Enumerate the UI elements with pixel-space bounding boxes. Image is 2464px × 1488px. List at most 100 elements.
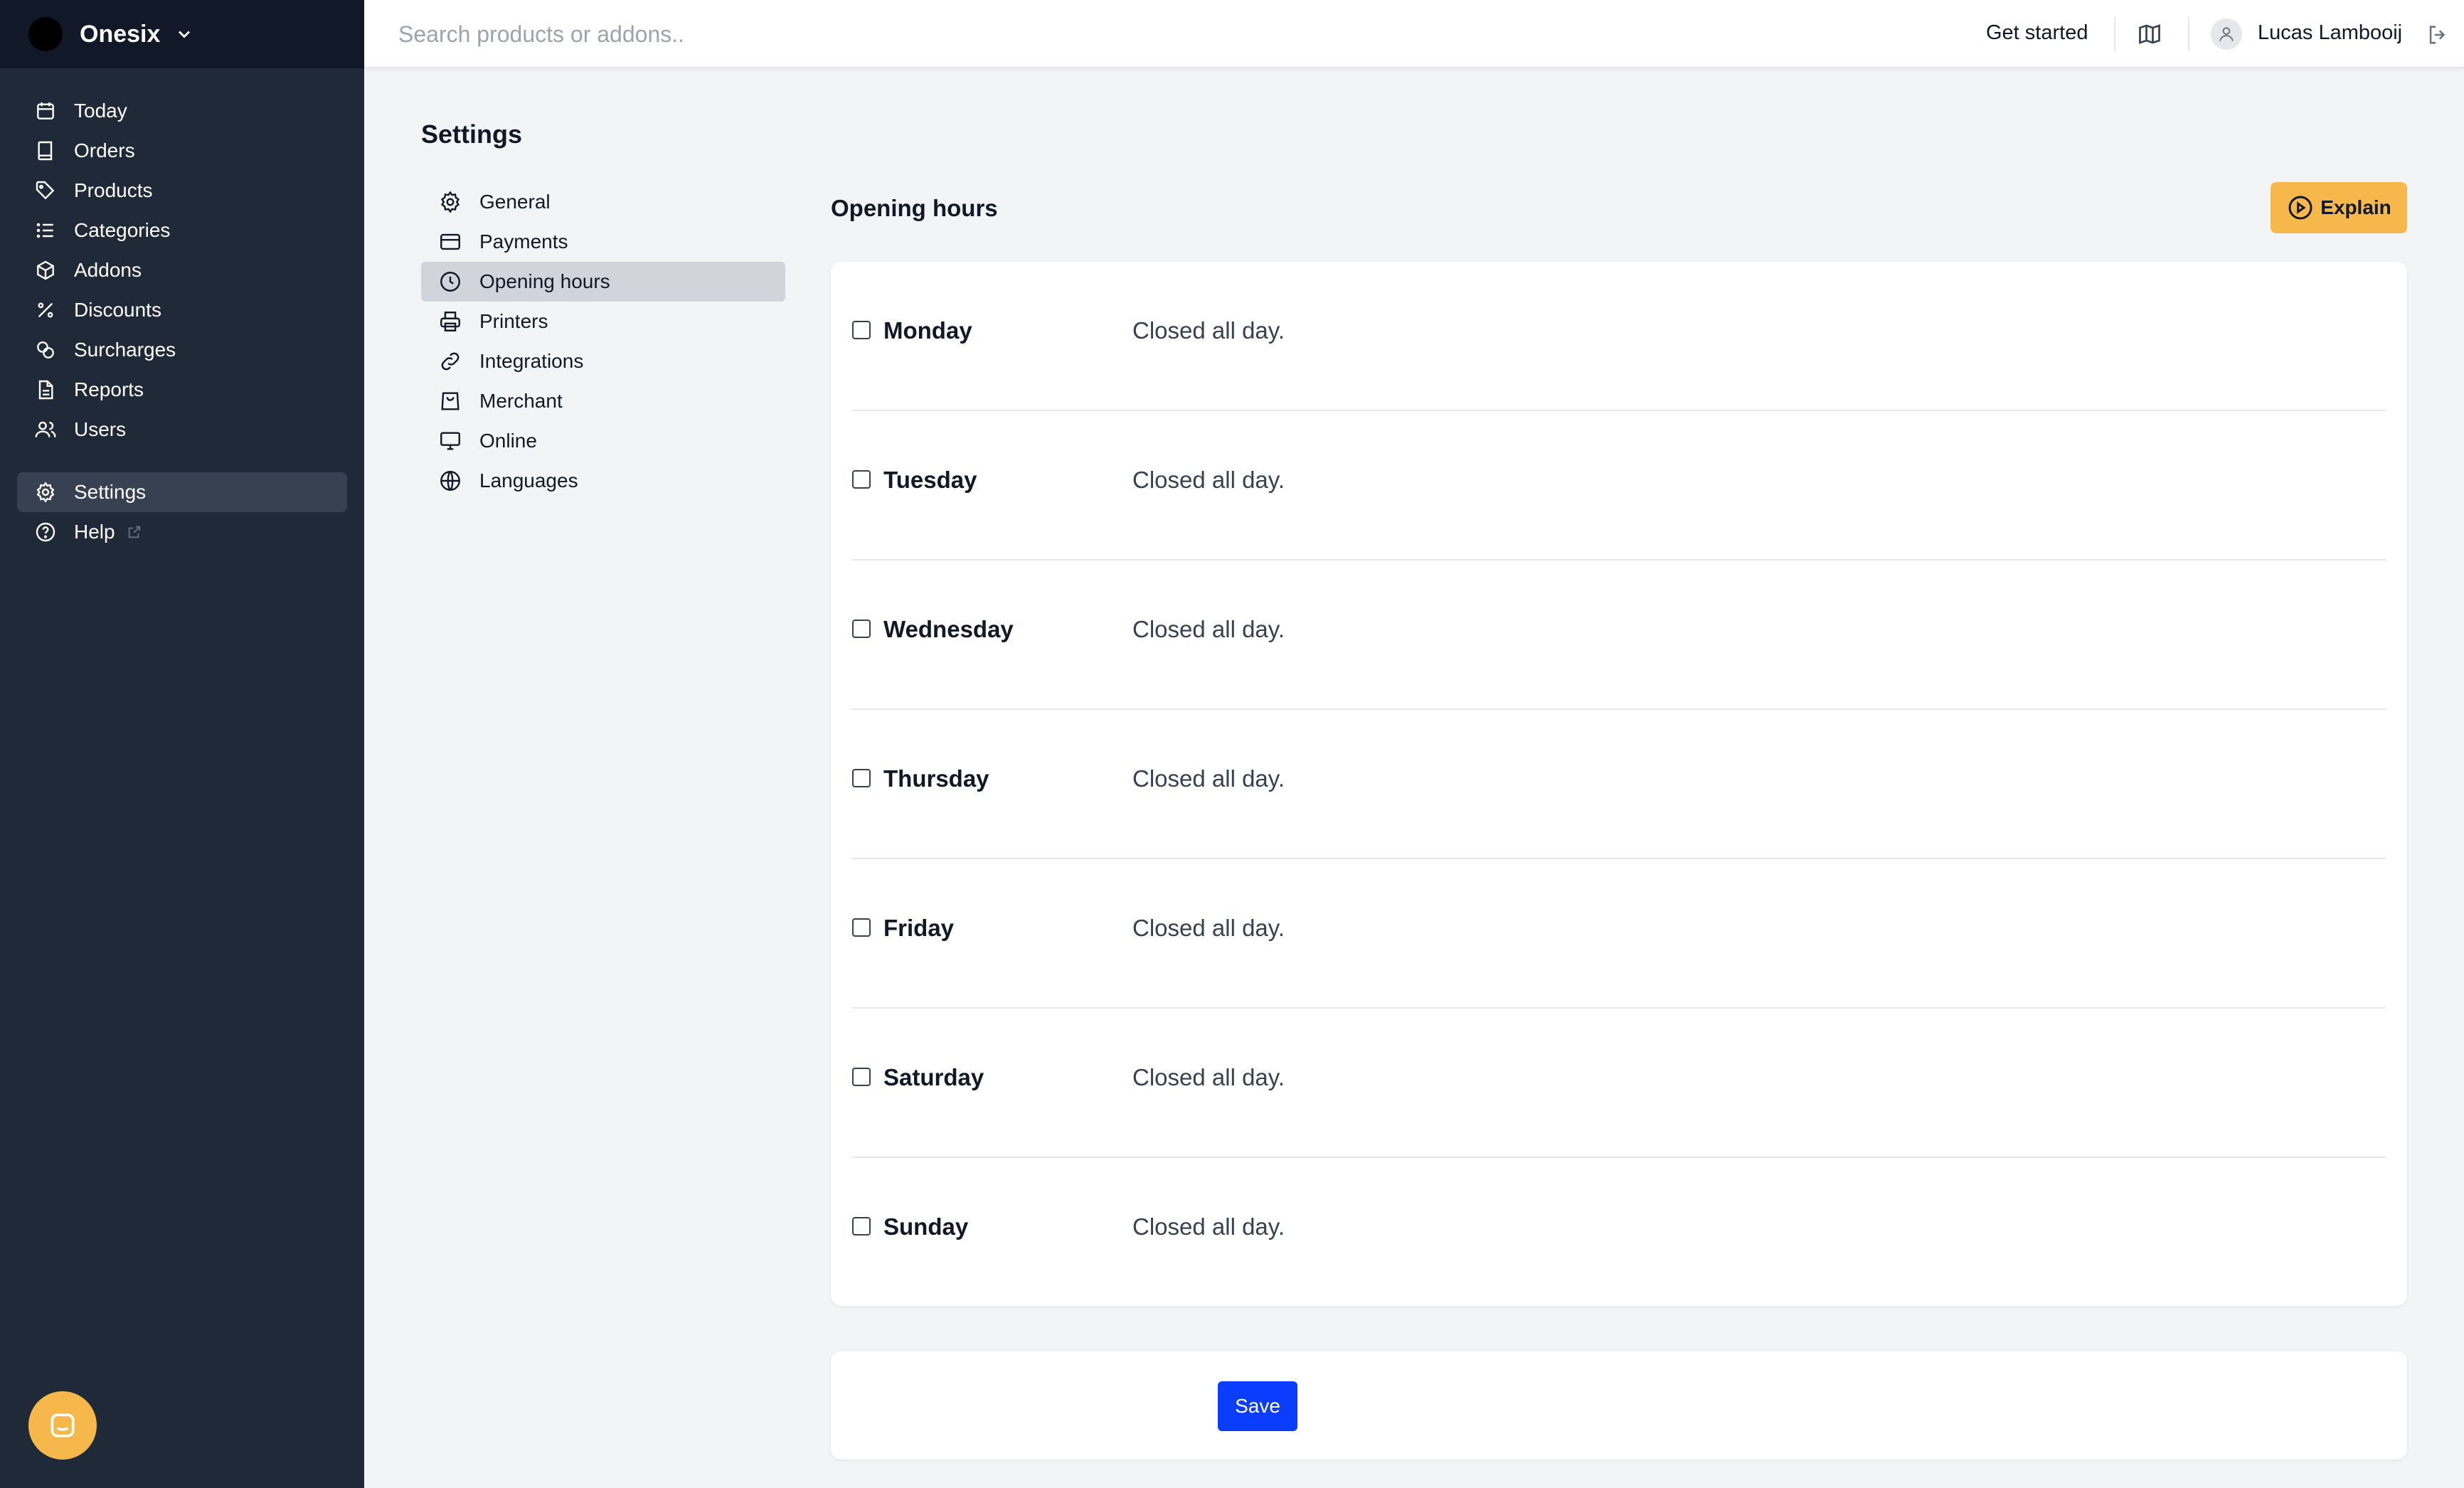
day-checkbox[interactable] (852, 620, 871, 638)
sidebar-item-categories[interactable]: Categories (17, 211, 347, 250)
brand-logo (28, 17, 63, 51)
sidebar-item-help[interactable]: Help (17, 512, 347, 552)
sidebar-item-label: Settings (74, 481, 147, 503)
chevron-down-icon (179, 31, 191, 38)
sidebar-item-products[interactable]: Products (17, 171, 347, 211)
chat-icon (51, 1413, 75, 1437)
day-status: Closed all day. (1132, 467, 1285, 493)
divider (2188, 17, 2189, 51)
page-title: Settings (421, 119, 523, 149)
sidebar-item-today[interactable]: Today (17, 91, 347, 131)
percent-icon (38, 302, 53, 318)
settings-nav-payments[interactable]: Payments (421, 222, 785, 262)
avatar[interactable] (2211, 18, 2242, 50)
gear-icon (440, 191, 460, 213)
external-link-icon (128, 526, 140, 538)
monitor-icon (440, 432, 460, 450)
day-row-sunday: Sunday Closed all day. (852, 1158, 2386, 1307)
sidebar-item-label: Products (74, 179, 153, 201)
settings-nav-label: Merchant (479, 390, 563, 412)
topbar: Get started Lucas Lambooij (364, 0, 2464, 68)
explain-button[interactable]: Explain (2271, 182, 2407, 233)
settings-subnav: General Payments Opening hours Printers … (421, 182, 785, 501)
day-checkbox[interactable] (852, 1217, 871, 1235)
save-card: Save (831, 1351, 2407, 1460)
chat-launcher-button[interactable] (28, 1391, 97, 1460)
day-status: Closed all day. (1132, 1213, 1285, 1240)
get-started-link[interactable]: Get started (1986, 21, 2088, 45)
settings-nav-label: Online (479, 430, 537, 452)
day-name: Wednesday (883, 616, 1014, 642)
user-name[interactable]: Lucas Lambooij (2258, 21, 2402, 45)
settings-nav-label: Integrations (479, 350, 584, 372)
document-icon (38, 380, 53, 400)
sidebar-item-discounts[interactable]: Discounts (17, 290, 347, 330)
day-checkbox[interactable] (852, 470, 871, 489)
sidebar-item-reports[interactable]: Reports (17, 370, 347, 410)
divider (2114, 17, 2115, 51)
search-input[interactable] (398, 17, 1252, 51)
sidebar-item-label: Reports (74, 378, 144, 400)
explain-label: Explain (2320, 196, 2391, 218)
sidebar-item-users[interactable]: Users (17, 410, 347, 450)
day-row-saturday: Saturday Closed all day. (852, 1009, 2386, 1158)
settings-nav-general[interactable]: General (421, 182, 785, 222)
opening-hours-card: Monday Closed all day. Tuesday Closed al… (831, 262, 2407, 1306)
sidebar-item-label: Surcharges (74, 339, 176, 361)
coins-icon (37, 341, 54, 358)
day-checkbox[interactable] (852, 1068, 871, 1086)
sidebar-item-orders[interactable]: Orders (17, 131, 347, 171)
sidebar-item-surcharges[interactable]: Surcharges (17, 330, 347, 370)
day-row-tuesday: Tuesday Closed all day. (852, 411, 2386, 560)
day-name: Sunday (883, 1213, 969, 1240)
sidebar-item-label: Today (74, 100, 127, 122)
settings-nav-label: Printers (479, 310, 548, 332)
sidebar-item-label: Categories (74, 219, 171, 241)
settings-nav-printers[interactable]: Printers (421, 302, 785, 341)
day-checkbox[interactable] (852, 321, 871, 339)
day-checkbox[interactable] (852, 769, 871, 787)
cube-icon (37, 260, 54, 280)
day-row-thursday: Thursday Closed all day. (852, 710, 2386, 859)
settings-nav-integrations[interactable]: Integrations (421, 341, 785, 381)
sidebar-item-addons[interactable]: Addons (17, 250, 347, 290)
printer-icon (440, 312, 460, 331)
day-name: Tuesday (883, 467, 977, 493)
help-circle-icon (36, 522, 55, 542)
day-row-wednesday: Wednesday Closed all day. (852, 560, 2386, 710)
clock-icon (440, 272, 460, 292)
day-status: Closed all day. (1132, 915, 1285, 941)
settings-nav-opening-hours[interactable]: Opening hours (421, 262, 785, 302)
gear-icon (36, 482, 55, 503)
settings-nav-merchant[interactable]: Merchant (421, 381, 785, 421)
day-name: Saturday (883, 1064, 984, 1090)
day-status: Closed all day. (1132, 765, 1285, 792)
settings-nav-online[interactable]: Online (421, 421, 785, 461)
users-icon (35, 421, 56, 437)
day-status: Closed all day. (1132, 317, 1285, 344)
brand-switcher[interactable]: Onesix (0, 0, 364, 68)
book-icon (38, 141, 53, 161)
brand-name: Onesix (80, 20, 161, 48)
day-status: Closed all day. (1132, 1064, 1285, 1090)
settings-nav-label: Opening hours (479, 270, 610, 292)
sidebar-item-label: Users (74, 418, 127, 440)
sidebar-item-settings[interactable]: Settings (17, 472, 347, 512)
save-button[interactable]: Save (1218, 1381, 1297, 1431)
credit-card-icon (440, 233, 460, 250)
map-icon[interactable] (2137, 21, 2162, 47)
list-icon (36, 223, 53, 238)
globe-icon (440, 471, 460, 491)
logout-icon[interactable] (2426, 23, 2450, 47)
day-name: Friday (883, 915, 955, 941)
play-circle-icon (2288, 196, 2312, 220)
calendar-icon (37, 102, 54, 119)
settings-nav-label: Languages (479, 469, 578, 491)
settings-nav-languages[interactable]: Languages (421, 461, 785, 501)
day-checkbox[interactable] (852, 918, 871, 937)
day-status: Closed all day. (1132, 616, 1285, 642)
sidebar-item-label: Addons (74, 259, 142, 281)
sidebar-item-label: Help (74, 521, 115, 543)
section-title: Opening hours (831, 195, 998, 221)
